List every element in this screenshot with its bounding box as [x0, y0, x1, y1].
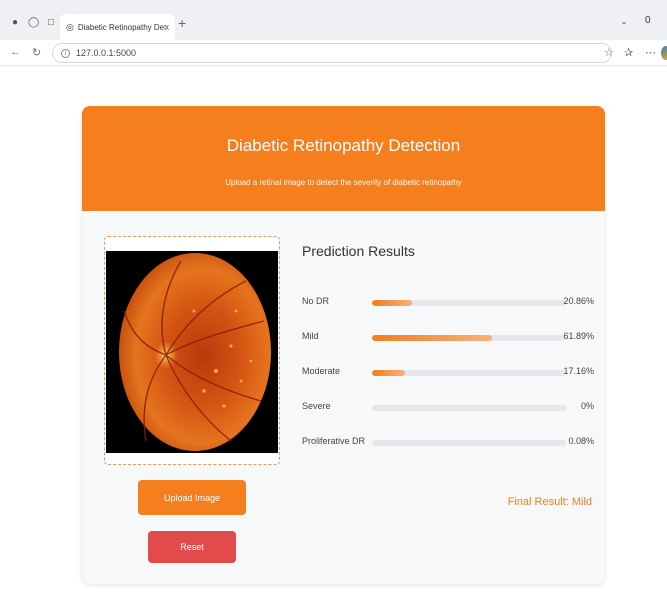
image-preview-frame[interactable]	[104, 236, 280, 465]
prediction-label: Proliferative DR	[302, 436, 366, 446]
page-title: Diabetic Retinopathy Detection	[226, 136, 461, 155]
retina-image	[106, 251, 278, 453]
window-minimize-button[interactable]: -	[622, 15, 626, 29]
prediction-row-severe: Severe 0%	[302, 401, 594, 415]
browser-tab[interactable]: ◎ Diabetic Retinopathy Detection x	[60, 14, 175, 40]
more-icon[interactable]: ⋯	[645, 46, 656, 59]
favorite-icon[interactable]: ☆	[604, 46, 614, 59]
prediction-value: 17.16%	[563, 366, 594, 376]
reset-button[interactable]: Reset	[148, 531, 236, 563]
final-result: Final Result: Mild	[507, 496, 592, 508]
back-icon[interactable]: ←	[10, 46, 21, 58]
prediction-bar	[372, 440, 566, 446]
prediction-bar	[372, 300, 566, 306]
url-field[interactable]: i 127.0.0.1:5000	[52, 43, 612, 63]
prediction-bar	[372, 405, 566, 411]
prediction-value: 0.08%	[568, 436, 594, 446]
window-maximize-button[interactable]: 0	[645, 15, 651, 26]
tab-actions-icon[interactable]: □	[46, 18, 56, 28]
browser-tab-bar: ● ◯ □ ◎ Diabetic Retinopathy Detection x…	[0, 0, 667, 40]
copilot-icon[interactable]	[661, 46, 667, 60]
prediction-label: Moderate	[302, 366, 341, 376]
favorites-bar-icon[interactable]: ✰	[624, 46, 633, 59]
address-bar-row: ← ↻ i 127.0.0.1:5000 ☆ ✰ ⋯	[0, 40, 667, 66]
prediction-row-moderate: Moderate 17.16%	[302, 366, 594, 380]
upload-image-button[interactable]: Upload Image	[138, 480, 246, 515]
prediction-label: Severe	[302, 401, 331, 411]
collections-icon[interactable]: ◯	[28, 18, 39, 28]
site-info-icon[interactable]: i	[61, 48, 70, 58]
prediction-row-mild: Mild 61.89%	[302, 331, 594, 345]
prediction-label: Mild	[302, 331, 319, 341]
prediction-row-proliferative-dr: Proliferative DR 0.08%	[302, 436, 594, 450]
prediction-value: 20.86%	[563, 296, 594, 306]
globe-icon: ◎	[66, 21, 74, 32]
prediction-bar	[372, 370, 566, 376]
prediction-value: 61.89%	[563, 331, 594, 341]
page-header: Diabetic Retinopathy Detection Upload a …	[82, 106, 605, 211]
prediction-bar-fill	[372, 300, 413, 306]
detection-card: Diabetic Retinopathy Detection Upload a …	[82, 106, 605, 584]
prediction-bar-fill	[372, 335, 493, 341]
tab-title: Diabetic Retinopathy Detection	[77, 22, 165, 32]
profile-icon[interactable]: ●	[10, 18, 20, 28]
prediction-bar-fill	[372, 370, 406, 376]
page-subtitle: Upload a retinal image to detect the sev…	[225, 178, 462, 187]
prediction-label: No DR	[302, 296, 330, 306]
prediction-row-no-dr: No DR 20.86%	[302, 296, 594, 310]
tab-close-icon[interactable]: x	[165, 22, 170, 32]
prediction-value: 0%	[580, 401, 594, 411]
new-tab-button[interactable]: +	[178, 15, 186, 31]
prediction-bar	[372, 335, 566, 341]
refresh-icon[interactable]: ↻	[32, 46, 41, 59]
prediction-results-title: Prediction Results	[302, 243, 415, 259]
url-text: 127.0.0.1:5000	[76, 48, 137, 58]
